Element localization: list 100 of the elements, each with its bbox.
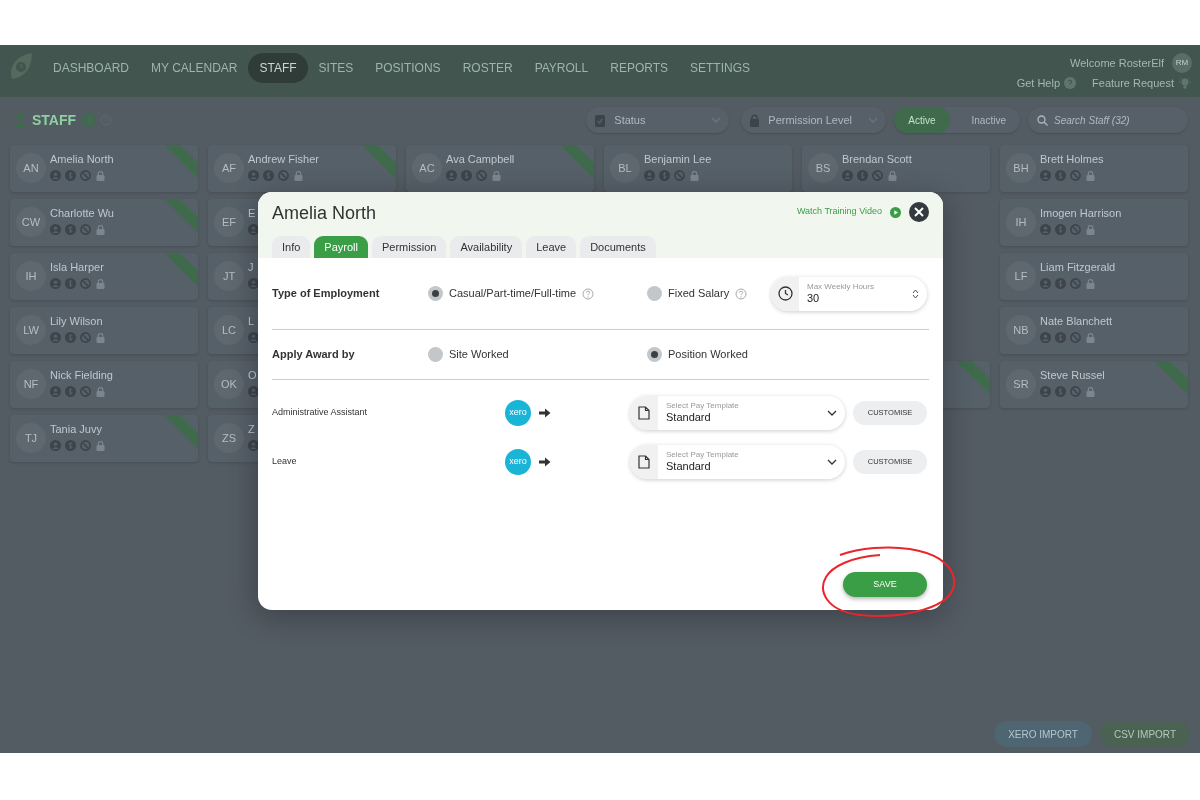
close-button[interactable] [909,202,929,222]
option-label: Site Worked [449,347,509,363]
radio-button[interactable] [647,347,662,362]
nav-link[interactable]: REPORTS [599,53,679,83]
prohibited-icon [80,332,91,343]
staff-card[interactable]: IH Imogen Harrison [1000,199,1188,246]
option-label: Fixed Salary [668,286,730,302]
prohibited-icon [1070,170,1081,181]
person-icon [248,170,259,181]
staff-card[interactable]: NF Nick Fielding [10,361,198,408]
staff-card[interactable]: LW Lily Wilson [10,307,198,354]
tab[interactable]: Permission [372,236,447,258]
staff-name: Liam Fitzgerald [1040,261,1116,274]
staff-name: J [248,261,254,274]
add-icon[interactable] [82,113,97,127]
permission-filter[interactable]: Permission Level [741,107,887,133]
prohibited-icon [80,224,91,235]
person-icon [50,440,61,451]
search-field[interactable]: Search Staff (32) [1028,107,1188,134]
help-icon[interactable] [735,287,748,300]
nav-link[interactable]: SITES [307,53,365,83]
avatar: OK [214,369,244,399]
training-video-link[interactable]: Watch Training Video [796,205,882,219]
staff-card[interactable]: CW Charlotte Wu [10,199,198,246]
staff-name: Benjamin Lee [644,153,712,166]
pay-template-select[interactable]: Select Pay Template Standard [630,395,845,430]
nav-link[interactable]: SETTINGS [679,53,762,83]
dollar-icon [1055,170,1066,181]
chevron-down-icon [827,409,837,416]
prohibited-icon [80,278,91,289]
tab[interactable]: Documents [580,236,656,258]
tab[interactable]: Info [272,236,311,258]
person-icon [1040,224,1051,235]
arrow-right-icon [539,407,551,418]
lock-icon [95,278,106,289]
tab[interactable]: Leave [526,236,577,258]
staff-card[interactable]: SR Steve Russel [1000,361,1188,408]
tab[interactable]: Payroll [314,236,368,258]
radio-button[interactable] [428,286,443,301]
radio-button[interactable] [428,347,443,362]
staff-card[interactable]: TJ Tania Juvy [10,415,198,462]
person-icon [1040,386,1051,397]
pay-template-select[interactable]: Select Pay Template Standard [630,444,845,479]
staff-name: L [248,315,255,328]
option-label: Casual/Part-time/Full-time [449,286,577,302]
nav-link[interactable]: MY CALENDAR [140,53,249,83]
lock-icon [887,170,898,181]
feature-request-link[interactable]: Feature Request [1092,75,1174,92]
user-avatar[interactable]: RM [1172,53,1192,73]
staff-card[interactable]: AF Andrew Fisher [208,145,396,192]
staff-card[interactable]: BL Benjamin Lee [604,145,792,192]
avatar: NF [16,369,46,399]
staff-card[interactable]: AC Ava Campbell [406,145,594,192]
staff-card[interactable]: AN Amelia North [10,145,198,192]
xero-logo: xero [505,448,531,475]
clipboard-check-icon [594,113,607,127]
staff-card[interactable]: LF Liam Fitzgerald [1000,253,1188,300]
staff-name: Nick Fielding [50,369,113,382]
person-icon [644,170,655,181]
prohibited-icon [1070,332,1081,343]
lock-icon [95,332,106,343]
modal-title: Amelia North [272,202,377,224]
nav-link[interactable]: PAYROLL [523,53,600,83]
staff-name: Z [248,423,255,436]
avatar: IH [16,261,46,291]
avatar: NB [1006,315,1036,345]
staff-card[interactable]: BH Brett Holmes [1000,145,1188,192]
nav-link[interactable]: ROSTER [451,53,524,83]
staff-name: O [248,369,257,382]
nav-link[interactable]: DASHBOARD [42,53,140,83]
xero-import-button[interactable]: XERO IMPORT [994,721,1092,747]
status-filter[interactable]: Status [586,107,730,133]
chevron-down-icon [827,458,837,465]
staff-name: Ava Campbell [446,153,515,166]
search-icon [1037,114,1048,126]
person-icon [50,332,61,343]
help-icon[interactable] [582,287,595,300]
help-link[interactable]: Get Help [1016,75,1061,92]
avatar: LC [214,315,244,345]
status-toggle[interactable]: Inactive [957,107,1020,133]
radio-button[interactable] [647,286,662,301]
person-icon [50,386,61,397]
lock-icon [491,170,502,181]
save-button[interactable]: SAVE [843,572,927,597]
max-hours-field[interactable]: Max Weekly Hours 30 [771,276,927,311]
welcome-text: Welcome RosterElf [1070,55,1164,71]
nav-link[interactable]: POSITIONS [364,53,452,83]
lock-icon [1085,170,1096,181]
play-icon[interactable] [890,206,901,218]
status-toggle[interactable]: Active [894,107,950,133]
staff-card[interactable]: IH Isla Harper [10,253,198,300]
lock-icon [1085,332,1096,343]
lock-icon [689,170,700,181]
nav-link[interactable]: STAFF [248,53,308,83]
csv-import-button[interactable]: CSV IMPORT [1099,721,1190,747]
staff-name: Brett Holmes [1040,153,1104,166]
staff-card[interactable]: BS Brendan Scott [802,145,990,192]
avatar: LW [16,315,46,345]
staff-card[interactable]: NB Nate Blanchett [1000,307,1188,354]
tab[interactable]: Availability [450,236,523,258]
